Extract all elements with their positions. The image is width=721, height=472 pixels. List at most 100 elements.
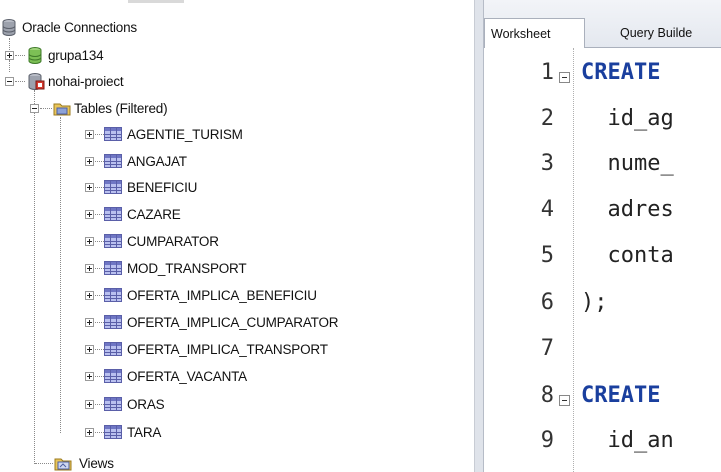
line-number: 5 <box>540 243 554 268</box>
connected-database-icon <box>28 73 45 90</box>
tree-connector <box>35 463 53 464</box>
expand-icon[interactable] <box>5 51 14 60</box>
database-icon <box>2 19 16 36</box>
table-icon <box>104 180 122 194</box>
tree-connector <box>40 108 52 109</box>
table-icon <box>104 369 122 383</box>
code-line[interactable]: 2 id_ag <box>484 106 721 144</box>
table-name: BENEFICIU <box>127 180 198 195</box>
tree-connector <box>95 432 104 433</box>
fold-toggle-icon[interactable] <box>559 72 570 83</box>
table-icon <box>104 127 122 141</box>
tree-node-oracle-connections[interactable]: Oracle Connections <box>0 16 240 39</box>
tree-connector <box>95 241 104 242</box>
table-icon <box>104 315 122 329</box>
collapse-icon[interactable] <box>30 104 39 113</box>
expand-icon[interactable] <box>85 210 94 219</box>
collapse-icon[interactable] <box>5 77 14 86</box>
table-name: CUMPARATOR <box>127 234 219 249</box>
expand-icon[interactable] <box>85 318 94 327</box>
views-folder-icon <box>54 458 72 471</box>
table-node-oras[interactable]: ORAS <box>0 393 420 416</box>
fold-toggle-icon[interactable] <box>559 395 570 406</box>
expand-icon[interactable] <box>85 237 94 246</box>
panel-splitter[interactable] <box>474 0 484 472</box>
table-name: TARA <box>127 425 162 440</box>
table-name: MOD_TRANSPORT <box>127 261 247 276</box>
code-area[interactable]: 1 CREATE 2 id_ag 3 nume_ 4 adres 5 conta 6); 7 8… <box>484 48 721 472</box>
table-node-oferta-vacanta[interactable]: OFERTA_VACANTA <box>0 365 420 388</box>
table-name: ANGAJAT <box>127 154 187 169</box>
table-name: OFERTA_IMPLICA_CUMPARATOR <box>127 315 339 330</box>
expand-icon[interactable] <box>85 291 94 300</box>
tab-worksheet[interactable]: Worksheet <box>484 18 585 48</box>
tree-connector <box>95 134 104 135</box>
code-line[interactable]: 4 adres <box>484 197 721 235</box>
code-line[interactable]: 3 nume_ <box>484 151 721 189</box>
table-node-tara[interactable]: TARA <box>0 421 420 444</box>
tree-connector <box>95 376 104 377</box>
expand-icon[interactable] <box>85 264 94 273</box>
code-line[interactable]: 9 id_an <box>484 428 721 466</box>
line-number: 2 <box>540 106 554 131</box>
expand-icon[interactable] <box>85 130 94 139</box>
tree-node-views[interactable]: Views <box>0 452 200 472</box>
tree-connector <box>95 295 104 296</box>
tree-node-tables-filtered[interactable]: Tables (Filtered) <box>0 97 260 120</box>
code-line[interactable]: 7 <box>484 336 721 374</box>
table-icon <box>104 288 122 302</box>
code-text: id_an <box>581 428 674 453</box>
code-line[interactable]: 1 CREATE <box>484 60 721 98</box>
tree-connector <box>95 322 104 323</box>
table-name: OFERTA_IMPLICA_BENEFICIU <box>127 288 317 303</box>
table-name: ORAS <box>127 397 165 412</box>
tree-connector <box>95 187 104 188</box>
line-number: 6 <box>540 290 554 315</box>
table-node-angajat[interactable]: ANGAJAT <box>0 150 420 173</box>
table-node-agentie-turism[interactable]: AGENTIE_TURISM <box>0 123 420 146</box>
code-line[interactable]: 8 CREATE <box>484 383 721 421</box>
line-number: 9 <box>540 428 554 453</box>
sql-keyword: CREATE <box>581 383 661 408</box>
table-icon <box>104 397 122 411</box>
sql-worksheet-editor[interactable]: Worksheet Query Builde 1 CREATE 2 id_ag 3 n… <box>484 0 721 472</box>
tree-node-label: Tables (Filtered) <box>74 101 168 116</box>
table-icon <box>104 234 122 248</box>
expand-icon[interactable] <box>85 183 94 192</box>
tab-query-builder[interactable]: Query Builde <box>620 18 721 48</box>
table-icon <box>104 425 122 439</box>
tree-node-grupa134[interactable]: grupa134 <box>0 44 240 67</box>
tree-connector <box>95 268 104 269</box>
tree-node-label: Views <box>79 456 114 471</box>
expand-icon[interactable] <box>85 157 94 166</box>
table-icon <box>104 207 122 221</box>
table-icon <box>104 154 122 168</box>
table-node-cazare[interactable]: CAZARE <box>0 203 420 226</box>
expand-icon[interactable] <box>85 345 94 354</box>
table-node-beneficiu[interactable]: BENEFICIU <box>0 176 420 199</box>
tree-connector <box>15 81 25 82</box>
table-node-oferta-implica-cumparator[interactable]: OFERTA_IMPLICA_CUMPARATOR <box>0 311 420 334</box>
line-number: 4 <box>540 197 554 222</box>
code-text: conta <box>581 243 674 268</box>
line-number: 8 <box>540 383 554 408</box>
tree-node-nohai-proiect[interactable]: nohai-proiect <box>0 70 240 93</box>
folder-icon <box>53 103 71 116</box>
table-name: OFERTA_IMPLICA_TRANSPORT <box>127 342 328 357</box>
editor-tab-bar: Worksheet Query Builde <box>484 0 721 48</box>
table-node-cumparator[interactable]: CUMPARATOR <box>0 230 420 253</box>
line-number: 3 <box>540 151 554 176</box>
expand-icon[interactable] <box>85 400 94 409</box>
table-name: OFERTA_VACANTA <box>127 369 247 384</box>
table-node-oferta-implica-beneficiu[interactable]: OFERTA_IMPLICA_BENEFICIU <box>0 284 420 307</box>
connections-tree: Oracle Connections grupa134 nohai-proiec… <box>0 0 474 472</box>
database-icon <box>28 47 42 64</box>
table-node-oferta-implica-transport[interactable]: OFERTA_IMPLICA_TRANSPORT <box>0 338 420 361</box>
code-line[interactable]: 6); <box>484 290 721 328</box>
table-node-mod-transport[interactable]: MOD_TRANSPORT <box>0 257 420 280</box>
code-text: nume_ <box>581 151 674 176</box>
expand-icon[interactable] <box>85 372 94 381</box>
table-name: CAZARE <box>127 207 181 222</box>
expand-icon[interactable] <box>85 428 94 437</box>
code-line[interactable]: 5 conta <box>484 243 721 281</box>
